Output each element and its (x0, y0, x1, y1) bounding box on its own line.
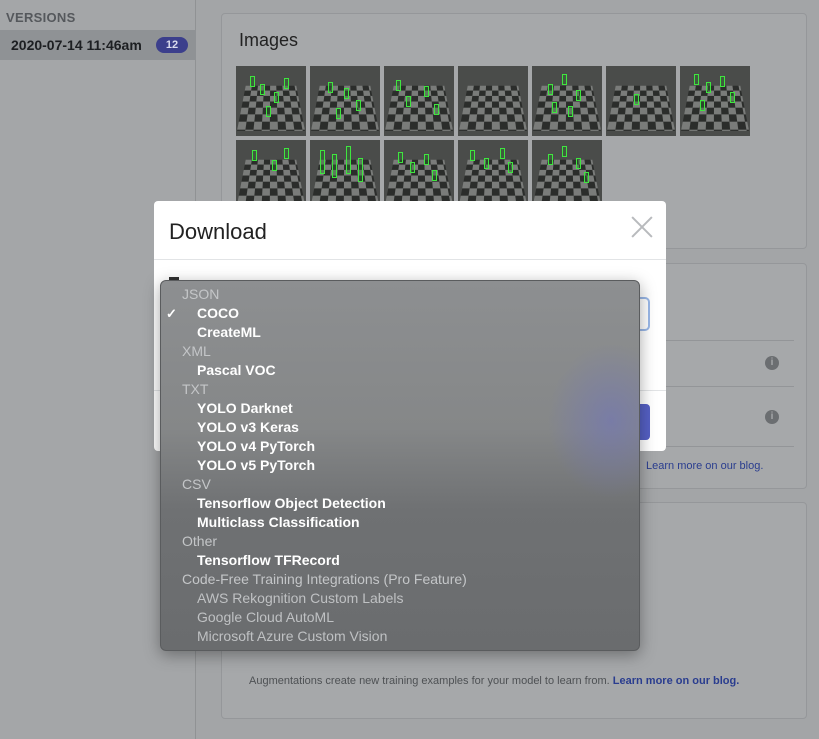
augmentations-description: Augmentations create new training exampl… (249, 672, 769, 690)
augmentations-text: Augmentations create new training exampl… (249, 675, 610, 687)
format-group-label: CSV (182, 476, 211, 492)
format-option[interactable]: Pascal VOC (161, 361, 639, 380)
image-thumbnail[interactable] (384, 66, 454, 136)
format-dropdown-menu[interactable]: JSON ✓ COCO CreateML XML Pascal VOC TXT YOLO Da… (160, 280, 640, 651)
format-option[interactable]: CreateML (161, 323, 639, 342)
image-thumbnail[interactable] (458, 140, 528, 210)
format-group-label: JSON (182, 286, 220, 302)
version-label: 2020-07-14 11:46am (11, 37, 142, 53)
info-icon[interactable]: i (765, 356, 779, 370)
format-option[interactable]: ✓ COCO (161, 304, 639, 323)
modal-divider (154, 259, 666, 260)
format-option: Microsoft Azure Custom Vision (161, 627, 639, 646)
format-option-label: AWS Rekognition Custom Labels (197, 590, 404, 606)
format-option-label: Google Cloud AutoML (197, 609, 334, 625)
format-option[interactable]: Multiclass Classification (161, 513, 639, 532)
image-thumbnail[interactable] (680, 66, 750, 136)
augmentations-learn-more-link[interactable]: Learn more on our blog. (613, 675, 740, 687)
image-thumbnail[interactable] (606, 66, 676, 136)
info-icon[interactable]: i (765, 410, 779, 424)
format-group-label: XML (182, 343, 211, 359)
image-thumbnail[interactable] (236, 140, 306, 210)
format-group-label: TXT (182, 381, 209, 397)
learn-more-link[interactable]: Learn more on our blog. (646, 460, 763, 472)
format-option[interactable]: Tensorflow TFRecord (161, 551, 639, 570)
image-thumbnail[interactable] (458, 66, 528, 136)
image-thumbnail[interactable] (236, 66, 306, 136)
format-option: AWS Rekognition Custom Labels (161, 589, 639, 608)
format-group-label: Code-Free Training Integrations (Pro Fea… (182, 571, 467, 587)
format-option[interactable]: Tensorflow Object Detection (161, 494, 639, 513)
format-option-label: Tensorflow TFRecord (197, 552, 340, 568)
format-option-label: Microsoft Azure Custom Vision (197, 628, 388, 644)
image-count-badge: 12 (156, 37, 188, 53)
close-icon[interactable] (628, 213, 656, 241)
checkmark-icon: ✓ (166, 306, 177, 321)
format-option-label: COCO (197, 305, 239, 321)
format-option[interactable]: YOLO v3 Keras (161, 418, 639, 437)
image-thumbnail[interactable] (532, 66, 602, 136)
image-thumbnail[interactable] (384, 140, 454, 210)
format-option-label: Tensorflow Object Detection (197, 495, 386, 511)
format-option[interactable]: YOLO Darknet (161, 399, 639, 418)
image-thumbnail[interactable] (310, 140, 380, 210)
format-option-label: YOLO v3 Keras (197, 419, 299, 435)
versions-header: VERSIONS (6, 10, 76, 25)
modal-title: Download (169, 219, 267, 244)
format-option-label: YOLO v4 PyTorch (197, 438, 315, 454)
image-thumbnail[interactable] (310, 66, 380, 136)
format-group-label: Other (182, 533, 218, 549)
format-option-label: YOLO Darknet (197, 400, 293, 416)
version-item[interactable]: 2020-07-14 11:46am 12 (0, 30, 196, 60)
format-option: Google Cloud AutoML (161, 608, 639, 627)
images-title: Images (239, 30, 299, 50)
format-option-label: YOLO v5 PyTorch (197, 457, 315, 473)
format-option[interactable]: YOLO v5 PyTorch (161, 456, 639, 475)
format-option-label: CreateML (197, 324, 261, 340)
format-option-label: Pascal VOC (197, 362, 276, 378)
image-thumbnail[interactable] (532, 140, 602, 210)
format-option-label: Multiclass Classification (197, 514, 360, 530)
format-option[interactable]: YOLO v4 PyTorch (161, 437, 639, 456)
